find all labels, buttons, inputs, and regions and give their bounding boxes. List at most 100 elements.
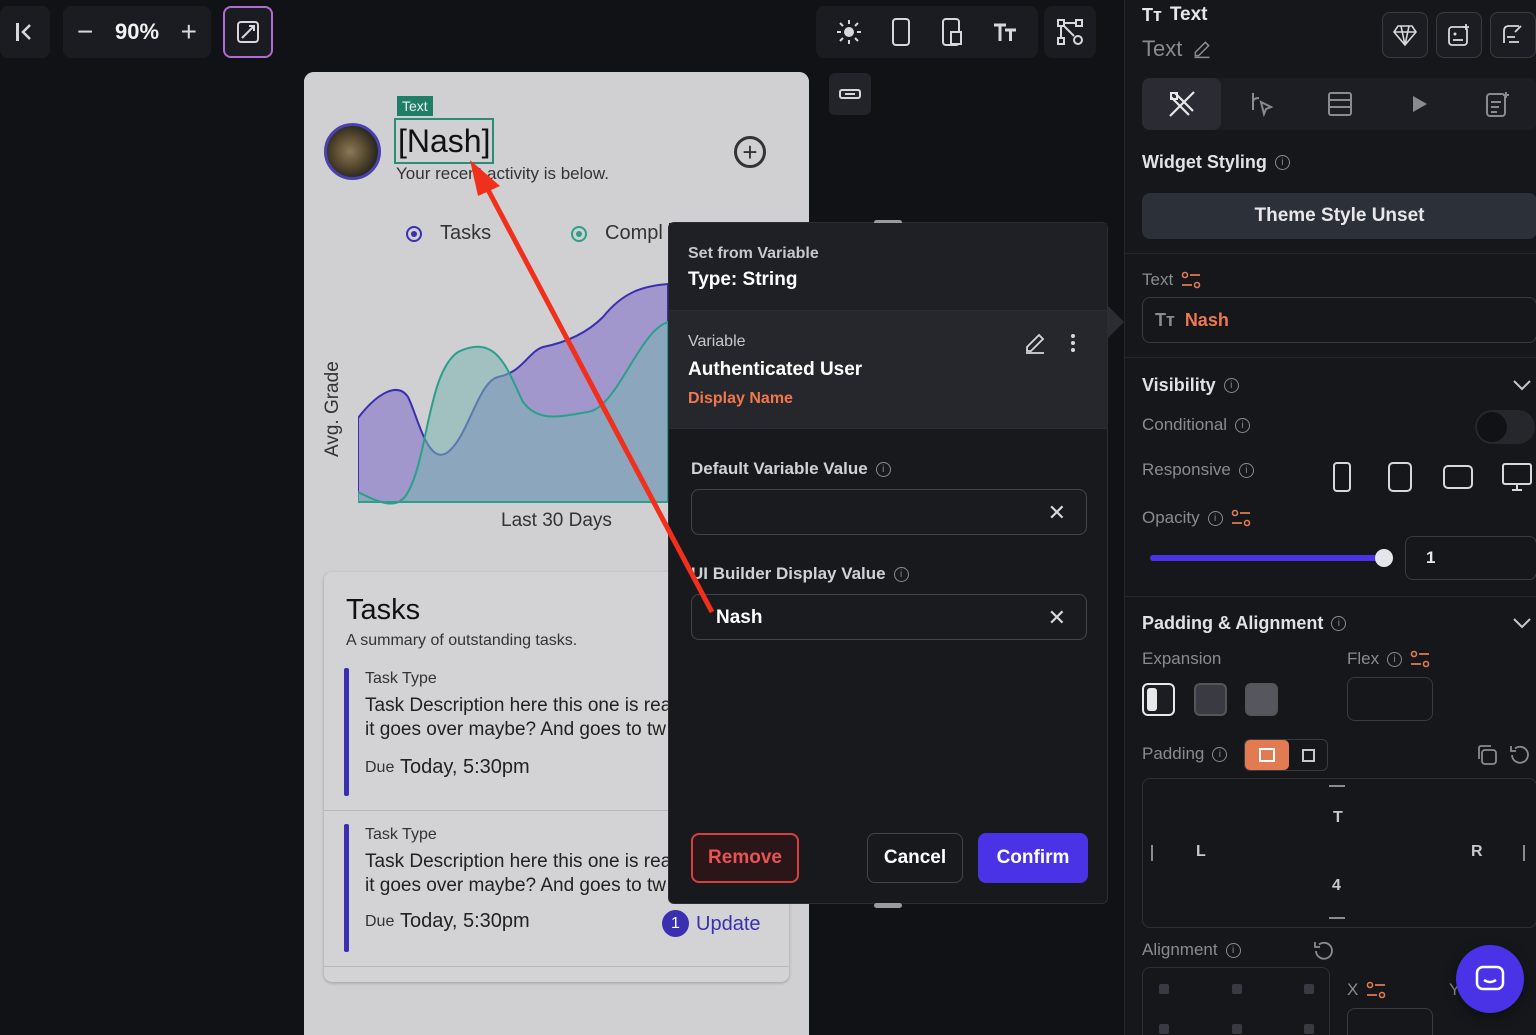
reset-icon[interactable] [1312,940,1334,962]
panel-tabs [1142,78,1536,130]
reset-icon[interactable] [1508,744,1530,766]
design-tools-button[interactable] [223,6,273,58]
flex-label: Flex i [1347,649,1430,669]
alignment-dot[interactable] [1232,1024,1242,1034]
align-x-input[interactable] [1347,1008,1433,1035]
info-icon[interactable]: i [1274,155,1290,170]
info-icon[interactable]: i [1331,616,1347,631]
drag-handle[interactable] [874,903,902,908]
add-widget-button[interactable] [1436,12,1482,58]
opacity-slider-thumb[interactable] [1375,549,1393,567]
padding-bottom-handle[interactable] [1329,917,1345,919]
tab-animations[interactable] [1379,78,1458,130]
opacity-text: Opacity [1142,508,1200,527]
padding-right[interactable]: R [1471,843,1483,861]
info-icon[interactable]: i [1235,417,1251,433]
info-icon[interactable]: i [893,566,909,582]
update-button[interactable]: Update [696,913,761,936]
edit-pencil-icon[interactable] [1192,39,1212,59]
variable-settings-icon[interactable] [1366,981,1386,999]
conditional-toggle[interactable] [1475,410,1535,444]
expansion-default-button[interactable] [1142,683,1175,716]
ui-display-value-input[interactable]: Nash ✕ [691,594,1087,640]
theme-style-button[interactable]: Theme Style Unset [1142,193,1536,239]
padding-alignment-heading[interactable]: Padding & Alignment i [1142,613,1347,634]
clear-icon[interactable]: ✕ [1048,605,1066,631]
copy-icon[interactable] [1476,744,1498,766]
alignment-dot[interactable] [1304,1024,1314,1034]
info-icon[interactable]: i [875,461,891,477]
expansion-expanded-button[interactable] [1245,683,1278,716]
remove-button[interactable]: Remove [691,833,799,883]
padding-top-handle[interactable] [1329,785,1345,787]
variable-settings-icon[interactable] [1181,271,1201,289]
diamond-button[interactable] [1382,12,1428,58]
padding-mode-toggle[interactable] [1244,739,1328,771]
alignment-dot[interactable] [1159,984,1169,994]
opacity-slider-track[interactable] [1150,555,1384,561]
padding-right-handle[interactable] [1523,845,1525,861]
tab-actions[interactable] [1221,78,1300,130]
avatar[interactable] [324,123,381,180]
chevron-down-icon[interactable] [1512,616,1532,630]
info-icon[interactable]: i [1225,942,1241,958]
collapse-sidebar-button[interactable] [0,6,50,58]
phone-icon[interactable] [1332,461,1352,493]
opacity-input[interactable]: 1 [1405,536,1536,580]
info-icon[interactable]: i [1238,462,1254,478]
text-value-field[interactable]: Tт Nash [1142,297,1536,343]
info-icon[interactable]: i [1207,510,1223,526]
task-due-value: Today, 5:30pm [400,910,530,932]
tab-documentation[interactable] [1458,78,1536,130]
wrap-widget-button[interactable] [1490,12,1536,58]
tab-backend-query[interactable] [1300,78,1379,130]
phone-icon[interactable] [890,18,912,46]
tablet-icon[interactable] [1387,461,1413,493]
widget-name[interactable]: Text [1142,36,1212,62]
padding-all-sides-icon[interactable] [1245,740,1289,770]
info-icon[interactable]: i [1223,378,1239,393]
alignment-dot[interactable] [1159,1024,1169,1034]
tab-styling[interactable] [1142,78,1221,130]
cancel-button[interactable]: Cancel [867,833,963,883]
desktop-icon[interactable] [1501,462,1533,492]
workflow-button[interactable] [1044,6,1096,58]
confirm-button[interactable]: Confirm [978,833,1088,883]
sun-icon[interactable] [836,19,862,45]
padding-uniform-icon[interactable] [1289,740,1327,770]
widget-handle-button[interactable] [829,73,871,115]
zoom-in-button[interactable]: + [181,18,197,46]
text-size-icon[interactable] [992,20,1018,44]
alignment-dot[interactable] [1232,984,1242,994]
task-accent-bar [344,668,349,796]
variable-settings-icon[interactable] [1231,509,1251,527]
add-circle-icon[interactable]: + [734,136,766,168]
padding-top[interactable]: T [1333,809,1343,827]
more-vert-icon[interactable] [1067,331,1079,355]
selected-text-widget[interactable]: [Nash] [393,118,495,164]
expansion-flexible-button[interactable] [1194,683,1227,716]
tasks-title[interactable]: Tasks [346,594,420,627]
variable-settings-icon[interactable] [1410,650,1430,668]
chevron-down-icon[interactable] [1512,378,1532,392]
zoom-out-button[interactable]: − [77,18,93,46]
default-value-input[interactable]: ✕ [691,489,1087,535]
activity-text[interactable]: Your recent activity is below. [396,164,609,184]
tablet-device-icon[interactable] [940,18,964,46]
visibility-heading[interactable]: Visibility i [1142,375,1239,396]
tasks-subtitle[interactable]: A summary of outstanding tasks. [346,632,577,650]
legend-item-completed: Compl [571,222,663,245]
alignment-grid[interactable] [1142,967,1330,1035]
zoom-level: 90% [114,19,160,44]
info-icon[interactable]: i [1387,651,1403,667]
padding-left[interactable]: L [1196,843,1206,861]
alignment-dot[interactable] [1304,984,1314,994]
chat-support-button[interactable] [1456,945,1524,1013]
flex-input[interactable] [1347,677,1433,721]
info-icon[interactable]: i [1212,746,1228,762]
clear-icon[interactable]: ✕ [1048,500,1066,526]
edit-pencil-icon[interactable] [1023,331,1047,355]
tablet-landscape-icon[interactable] [1442,464,1474,490]
padding-bottom[interactable]: 4 [1332,877,1341,895]
padding-left-handle[interactable] [1151,845,1153,861]
